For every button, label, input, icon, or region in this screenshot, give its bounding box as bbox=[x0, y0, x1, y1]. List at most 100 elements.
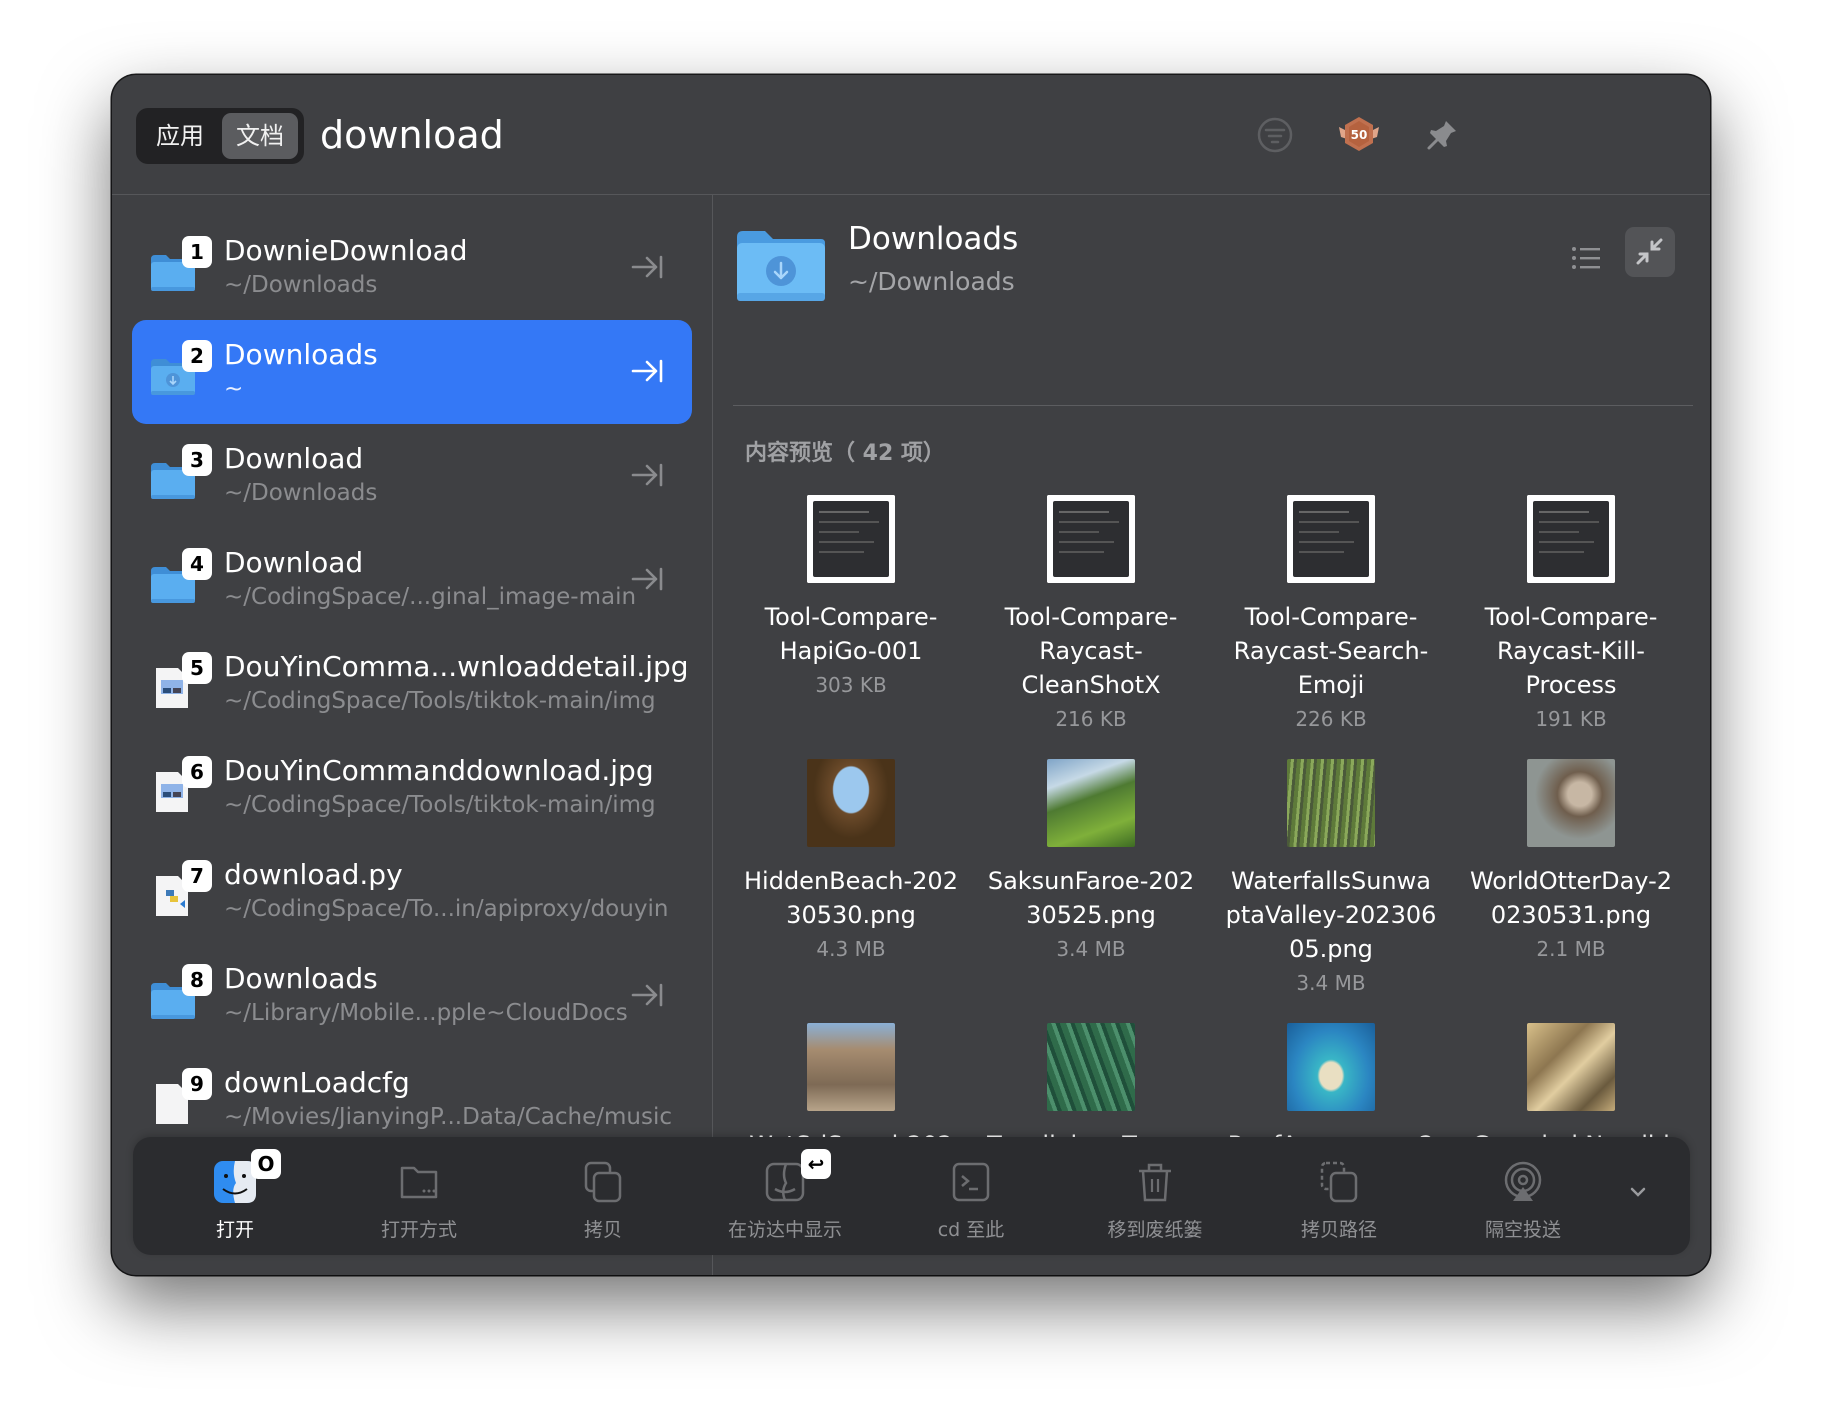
result-path: ~/CodingSpace/Tools/tiktok-main/img bbox=[224, 792, 656, 818]
chevron-down-icon[interactable] bbox=[1623, 1177, 1653, 1207]
shortcut-key: O bbox=[251, 1149, 281, 1179]
enter-folder-icon[interactable] bbox=[630, 564, 664, 594]
preview-item-name: Tool-Compare- HapiGo-001 303 KB bbox=[731, 600, 971, 702]
tab-documents[interactable]: 文档 bbox=[222, 113, 298, 159]
action-label: 移到废纸篓 bbox=[1107, 1219, 1203, 1241]
preview-item-size: 191 KB bbox=[1535, 707, 1607, 731]
action-trash[interactable]: 移到废纸篓 bbox=[1065, 1137, 1245, 1255]
preview-item-name-line: Emoji bbox=[1297, 671, 1365, 699]
action-reveal-in-finder[interactable]: ↩ 在访达中显示 bbox=[695, 1137, 875, 1255]
preview-item-name-line: ptaValley-202306 bbox=[1225, 901, 1437, 929]
thumbnail bbox=[1287, 1023, 1375, 1111]
detail-path: ~/Downloads bbox=[848, 267, 1015, 296]
thumbnail bbox=[1287, 759, 1375, 847]
enter-folder-icon[interactable] bbox=[630, 356, 664, 386]
thumbnail bbox=[807, 495, 895, 583]
preview-item-size: 226 KB bbox=[1295, 707, 1367, 731]
result-item[interactable]: 6 DouYinCommanddownload.jpg ~/CodingSpace/… bbox=[132, 736, 692, 840]
preview-item-name: Tool-Compare- Raycast- CleanShotX 216 KB bbox=[971, 600, 1211, 736]
detail-divider bbox=[733, 405, 1693, 406]
detail-title: Downloads bbox=[848, 221, 1019, 257]
pin-icon[interactable] bbox=[1418, 111, 1466, 159]
action-label: 打开 bbox=[215, 1219, 254, 1241]
preview-item-name-line: WorldOtterDay-2 bbox=[1469, 867, 1673, 895]
terminal-icon bbox=[948, 1159, 994, 1205]
result-title: Downloads bbox=[224, 962, 378, 995]
action-label: 拷贝路径 bbox=[1300, 1219, 1377, 1241]
copy-path-icon bbox=[1316, 1159, 1362, 1205]
svg-text:50: 50 bbox=[1351, 128, 1368, 142]
result-path: ~/Movies/JianyingP...Data/Cache/music bbox=[224, 1104, 673, 1130]
level-badge-icon[interactable]: 50 bbox=[1335, 111, 1383, 159]
action-label: 打开方式 bbox=[380, 1219, 457, 1241]
list-view-icon[interactable] bbox=[1568, 240, 1604, 276]
preview-item-size: 3.4 MB bbox=[1296, 971, 1366, 995]
preview-item-name-line: Process bbox=[1525, 671, 1617, 699]
search-header: 应用 文档 download 50 bbox=[112, 75, 1710, 195]
thumbnail bbox=[807, 759, 895, 847]
action-label: 隔空投送 bbox=[1484, 1219, 1561, 1241]
result-item[interactable]: 4 Download ~/CodingSpace/...ginal_image-ma… bbox=[132, 528, 692, 632]
enter-folder-icon[interactable] bbox=[630, 460, 664, 490]
thumbnail bbox=[807, 1023, 895, 1111]
filter-icon[interactable] bbox=[1251, 111, 1299, 159]
result-item[interactable]: 3 Download ~/Downloads bbox=[132, 424, 692, 528]
result-title: Download bbox=[224, 442, 364, 475]
open-with-folder-icon bbox=[396, 1159, 442, 1205]
preview-item-name-line: SaksunFaroe-202 bbox=[987, 867, 1195, 895]
tab-apps[interactable]: 应用 bbox=[142, 113, 218, 159]
shortcut-badge: 4 bbox=[182, 548, 212, 580]
action-label: 在访达中显示 bbox=[727, 1219, 842, 1241]
action-label: 拷贝 bbox=[583, 1219, 622, 1241]
preview-item-name: WorldOtterDay-2 0230531.png 2.1 MB bbox=[1451, 864, 1691, 966]
preview-item-name: Tool-Compare- Raycast-Kill- Process 191 KB bbox=[1451, 600, 1691, 736]
result-item[interactable]: 7 download.py ~/CodingSpace/To...in/apipro… bbox=[132, 840, 692, 944]
preview-item-name-line: Raycast-Search- bbox=[1233, 637, 1429, 665]
result-path: ~/Downloads bbox=[224, 480, 378, 506]
result-title: DouYinComma...wnloaddetail.jpg bbox=[224, 650, 689, 683]
result-path: ~/CodingSpace/Tools/tiktok-main/img bbox=[224, 688, 656, 714]
thumbnail bbox=[1527, 759, 1615, 847]
action-open-with-folder[interactable]: 打开方式 bbox=[329, 1137, 509, 1255]
downloads-folder-icon bbox=[737, 231, 825, 301]
collapse-preview-button[interactable] bbox=[1625, 227, 1675, 277]
preview-item-name-line: HapiGo-001 bbox=[779, 637, 923, 665]
result-item[interactable]: 2 Downloads ~ bbox=[132, 320, 692, 424]
result-item[interactable]: 5 DouYinComma...wnloaddetail.jpg ~/CodingS… bbox=[132, 632, 692, 736]
result-path: ~/CodingSpace/...ginal_image-main bbox=[224, 584, 637, 610]
thumbnail bbox=[1047, 495, 1135, 583]
search-input[interactable]: download bbox=[320, 105, 504, 165]
results-list: 1 DownieDownload ~/Downloads 2 Downloads ~ 3 Do… bbox=[112, 195, 713, 1275]
result-item[interactable]: 8 Downloads ~/Library/Mobile...pple~CloudD… bbox=[132, 944, 692, 1048]
result-title: downLoadcfg bbox=[224, 1066, 410, 1099]
preview-item-name-line: Tool-Compare- bbox=[1244, 603, 1418, 631]
preview-item-name-line: Raycast- bbox=[1039, 637, 1143, 665]
preview-item-name: Tool-Compare- Raycast-Search- Emoji 226 KB bbox=[1211, 600, 1451, 736]
search-window: 应用 文档 download 50 1 DownieDownload ~/Downl… bbox=[112, 75, 1710, 1275]
action-copy[interactable]: 拷贝 bbox=[513, 1137, 693, 1255]
thumbnail bbox=[1527, 1023, 1615, 1111]
preview-item-name: WaterfallsSunwa ptaValley-202306 05.png 3.4… bbox=[1211, 864, 1451, 1000]
trash-icon bbox=[1132, 1159, 1178, 1205]
preview-item-name-line: 30530.png bbox=[786, 901, 916, 929]
preview-item-size: 4.3 MB bbox=[816, 937, 886, 961]
enter-folder-icon[interactable] bbox=[630, 980, 664, 1010]
copy-icon bbox=[580, 1159, 626, 1205]
action-copy-path[interactable]: 拷贝路径 bbox=[1249, 1137, 1429, 1255]
shortcut-badge: 8 bbox=[182, 964, 212, 996]
action-finder[interactable]: O 打开 bbox=[145, 1137, 325, 1255]
action-airdrop[interactable]: 隔空投送 bbox=[1433, 1137, 1613, 1255]
result-title: Download bbox=[224, 546, 364, 579]
enter-folder-icon[interactable] bbox=[630, 252, 664, 282]
preview-item-name-line: Tool-Compare- bbox=[764, 603, 938, 631]
preview-item-name-line: 30525.png bbox=[1026, 901, 1156, 929]
shortcut-badge: 5 bbox=[182, 652, 212, 684]
preview-item-name: SaksunFaroe-202 30525.png 3.4 MB bbox=[971, 864, 1211, 966]
preview-item-size: 2.1 MB bbox=[1536, 937, 1606, 961]
result-item[interactable]: 1 DownieDownload ~/Downloads bbox=[132, 216, 692, 320]
shortcut-badge: 3 bbox=[182, 444, 212, 476]
action-terminal[interactable]: cd 至此 bbox=[881, 1137, 1061, 1255]
result-title: DownieDownload bbox=[224, 234, 468, 267]
shortcut-badge: 9 bbox=[182, 1068, 212, 1100]
preview-item-name-line: Tool-Compare- bbox=[1484, 603, 1658, 631]
